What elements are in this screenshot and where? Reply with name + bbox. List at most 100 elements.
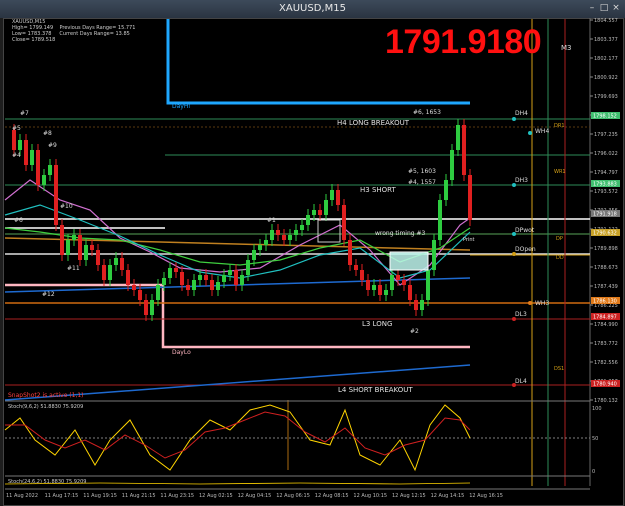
candle-body xyxy=(186,285,190,290)
candle-body xyxy=(282,235,286,240)
candle-body xyxy=(228,270,232,275)
marker-4-1557: #4, 1557 xyxy=(408,179,436,186)
candle-body xyxy=(78,235,82,260)
price-tick: 1802.177 xyxy=(594,56,618,62)
time-tick: 12 Aug 06:15 xyxy=(276,493,310,499)
price-tick: 1800.922 xyxy=(594,75,618,81)
candle-body xyxy=(210,280,214,290)
candle-body xyxy=(318,210,322,215)
stoch-level-50: 50 xyxy=(592,436,598,442)
price-chart[interactable]: DayHi DayLo H4 LONG BREAKOUT H3 SHORT L3… xyxy=(0,0,625,506)
price-tick: 1780.132 xyxy=(594,398,618,404)
candle-body xyxy=(168,268,172,278)
level-dh4: DH4 xyxy=(515,110,528,117)
candle-body xyxy=(156,285,160,300)
level-dr1: DR1 xyxy=(554,123,565,129)
price-tick: 1797.235 xyxy=(594,132,618,138)
time-tick: 11 Aug 19:15 xyxy=(83,493,117,499)
price-tick: 1804.557 xyxy=(594,18,618,24)
candle-body xyxy=(438,200,442,240)
price-tick: 1782.556 xyxy=(594,360,618,366)
candle-body xyxy=(132,285,136,290)
h3-short-label: H3 SHORT xyxy=(360,186,397,194)
time-tick: 12 Aug 08:15 xyxy=(315,493,349,499)
wrong-timing-label: wrong timing #3 xyxy=(375,230,426,237)
candle-body xyxy=(312,210,316,215)
price-marker: 1786.130 xyxy=(593,299,617,305)
price-tick: 1794.797 xyxy=(594,170,618,176)
candle-body xyxy=(114,258,118,265)
marker-5-1603: #5, 1603 xyxy=(408,168,436,175)
candle-body xyxy=(408,285,412,300)
level-dp: DP xyxy=(556,236,563,242)
time-tick: 12 Aug 14:15 xyxy=(431,493,465,499)
candle-body xyxy=(204,275,208,280)
level-dopen: DOpen xyxy=(515,246,536,253)
level-wh3: WH3 xyxy=(535,300,549,307)
time-tick: 11 Aug 2022 xyxy=(6,493,38,499)
candle-body xyxy=(222,275,226,282)
candle-body xyxy=(162,278,166,285)
candle-body xyxy=(306,215,310,225)
candle-body xyxy=(192,280,196,290)
candle-body xyxy=(372,285,376,290)
candle-body xyxy=(450,150,454,180)
candle-body xyxy=(258,245,262,250)
l4-short-label: L4 SHORT BREAKOUT xyxy=(338,386,413,394)
snapshot-status: SnapShot2 is active (1,1) xyxy=(8,392,84,399)
candle-body xyxy=(366,280,370,290)
candle-body xyxy=(42,175,46,185)
marker-1: #1 xyxy=(267,217,276,224)
candle-body xyxy=(288,235,292,240)
price-tick: 1784.990 xyxy=(594,322,618,328)
candle-body xyxy=(198,275,202,280)
marker-11: #11 xyxy=(67,265,80,272)
candle-body xyxy=(120,258,124,270)
price-tick: 1793.572 xyxy=(594,189,618,195)
h4-long-label: H4 LONG BREAKOUT xyxy=(337,119,410,127)
candle-body xyxy=(234,270,238,285)
candle-body xyxy=(444,180,448,200)
candle-body xyxy=(12,130,16,150)
candle-body xyxy=(246,260,250,275)
candle-body xyxy=(402,280,406,285)
price-tick: 1799.693 xyxy=(594,94,618,100)
candle-body xyxy=(66,240,70,255)
candle-body xyxy=(324,200,328,215)
candle-body xyxy=(300,225,304,230)
price-marker: 1793.883 xyxy=(593,182,617,188)
candle-body xyxy=(24,140,28,165)
marker-9: #9 xyxy=(48,142,57,149)
candle-body xyxy=(90,245,94,250)
candle-body xyxy=(294,230,298,235)
candle-body xyxy=(180,272,184,285)
candle-body xyxy=(414,300,418,310)
candle-body xyxy=(354,265,358,270)
price-tick: 1788.673 xyxy=(594,265,618,271)
marker-2: #2 xyxy=(410,328,419,335)
marker-4: #4 xyxy=(12,152,21,159)
candle-body xyxy=(126,270,130,285)
candle-body xyxy=(384,290,388,295)
price-tick: 1789.898 xyxy=(594,246,618,252)
candle-body xyxy=(420,300,424,310)
candle-body xyxy=(138,290,142,300)
price-marker: 1784.897 xyxy=(593,315,617,321)
marker-7: #7 xyxy=(20,110,29,117)
candle-body xyxy=(144,300,148,315)
candle-body xyxy=(96,250,100,265)
candle-body xyxy=(30,150,34,165)
candle-body xyxy=(348,240,352,265)
level-dpwot: DPwot xyxy=(515,227,535,234)
level-ds1: DS1 xyxy=(554,366,564,372)
level-dl4: DL4 xyxy=(515,378,527,385)
price-marker: 1780.940 xyxy=(593,382,617,388)
candle-body xyxy=(48,165,52,175)
daylo-line xyxy=(5,283,470,349)
price-tick: 1783.772 xyxy=(594,341,618,347)
price-tick: 1803.377 xyxy=(594,37,618,43)
candle-body xyxy=(276,230,280,235)
candle-body xyxy=(330,190,334,200)
candle-body xyxy=(390,275,394,290)
stoch-level-100: 100 xyxy=(592,406,602,412)
